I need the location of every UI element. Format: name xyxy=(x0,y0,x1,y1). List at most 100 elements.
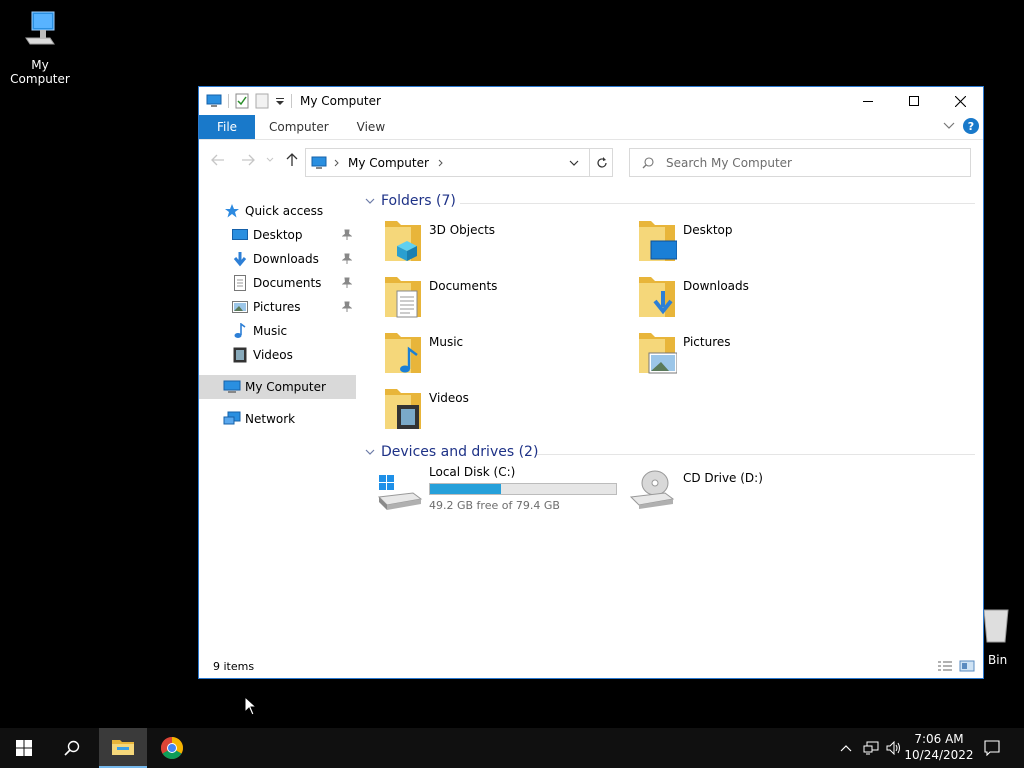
search-placeholder: Search My Computer xyxy=(666,155,792,170)
action-center-button[interactable] xyxy=(980,728,1004,768)
divider xyxy=(228,94,229,108)
nav-item-music[interactable]: Music xyxy=(199,319,356,343)
search-input[interactable]: Search My Computer xyxy=(629,148,971,177)
properties-icon[interactable] xyxy=(235,93,249,109)
nav-item-pictures[interactable]: Pictures xyxy=(199,295,356,319)
title-bar[interactable]: My Computer xyxy=(199,87,983,115)
drive-free-space: 49.2 GB free of 79.4 GB xyxy=(429,499,560,512)
tab-file[interactable]: File xyxy=(199,115,255,139)
folder-tile-3d-objects[interactable]: 3D Objects xyxy=(357,217,607,271)
chevron-down-icon xyxy=(569,160,579,166)
new-folder-icon[interactable] xyxy=(255,93,269,109)
back-arrow-icon[interactable] xyxy=(211,153,225,167)
computer-icon xyxy=(206,94,222,107)
nav-item-label: Network xyxy=(245,412,296,426)
nav-item-videos[interactable]: Videos xyxy=(199,343,356,367)
taskbar: 7:06 AM 10/24/2022 xyxy=(0,728,1024,768)
folder-pictures-icon xyxy=(639,333,677,374)
nav-item-desktop[interactable]: Desktop xyxy=(199,223,356,247)
nav-item-quick-access[interactable]: Quick access xyxy=(199,199,356,223)
view-buttons xyxy=(937,660,975,672)
group-header-folders[interactable]: Folders (7) xyxy=(365,193,975,209)
network-tray-button[interactable] xyxy=(860,728,882,768)
drive-tile-local-disk-c[interactable]: Local Disk (C:) 49.2 GB free of 79.4 GB xyxy=(349,463,619,517)
clock-date: 10/24/2022 xyxy=(904,748,974,762)
help-button[interactable]: ? xyxy=(963,118,979,134)
star-icon xyxy=(225,204,239,218)
divider xyxy=(537,454,975,455)
hard-drive-windows-icon xyxy=(377,475,423,510)
nav-item-downloads[interactable]: Downloads xyxy=(199,247,356,271)
minimize-button[interactable] xyxy=(845,87,891,115)
search-taskbar-button[interactable] xyxy=(48,728,96,768)
desktop-icon-label: My Computer xyxy=(10,58,70,86)
music-note-icon xyxy=(234,323,246,338)
taskbar-clock[interactable]: 7:06 AM 10/24/2022 xyxy=(900,731,978,763)
chevron-right-icon xyxy=(334,159,339,166)
nav-item-label: Quick access xyxy=(245,204,324,218)
tab-view[interactable]: View xyxy=(343,115,399,139)
nav-item-label: Music xyxy=(253,324,288,338)
taskbar-file-explorer[interactable] xyxy=(99,728,147,768)
customize-toolbar-icon[interactable] xyxy=(275,96,285,106)
close-button[interactable] xyxy=(937,87,983,115)
chevron-down-icon xyxy=(365,449,375,455)
nav-item-my-computer[interactable]: My Computer xyxy=(199,375,356,399)
file-explorer-icon xyxy=(112,740,134,755)
film-icon xyxy=(233,347,247,363)
maximize-button[interactable] xyxy=(891,87,937,115)
pin-icon xyxy=(342,277,352,288)
folder-tile-videos[interactable]: Videos xyxy=(357,385,607,439)
mouse-cursor-icon xyxy=(244,696,258,716)
breadcrumb-my-computer[interactable]: My Computer xyxy=(348,156,429,170)
folder-tile-music[interactable]: Music xyxy=(357,329,607,383)
desktop-icon-my-computer[interactable]: My Computer xyxy=(0,10,80,86)
drive-tile-cd-drive-d[interactable]: CD Drive (D:) xyxy=(611,463,861,517)
quick-access-toolbar xyxy=(206,93,292,109)
chrome-icon xyxy=(161,737,183,759)
forward-arrow-icon[interactable] xyxy=(241,153,255,167)
folder-tile-documents[interactable]: Documents xyxy=(357,273,607,327)
folder-label: Music xyxy=(429,335,464,349)
folder-tile-downloads[interactable]: Downloads xyxy=(611,273,861,327)
content-pane: Folders (7) 3D Objects Desktop Documents xyxy=(357,183,984,657)
search-icon xyxy=(64,740,80,756)
drive-label: Local Disk (C:) xyxy=(429,465,516,479)
recent-locations-icon[interactable] xyxy=(266,157,274,163)
folder-label: Downloads xyxy=(683,279,749,293)
close-icon xyxy=(954,95,966,107)
expand-ribbon-icon[interactable] xyxy=(943,122,955,130)
group-header-label: Folders (7) xyxy=(381,193,456,209)
tiles-view-icon[interactable] xyxy=(959,660,975,672)
ribbon: File Computer View ? xyxy=(199,115,983,140)
item-count: 9 items xyxy=(213,659,255,673)
cd-drive-icon xyxy=(629,470,675,509)
divider xyxy=(460,203,975,204)
download-arrow-icon xyxy=(233,252,247,267)
pin-icon xyxy=(342,301,352,312)
up-arrow-icon[interactable] xyxy=(285,153,299,167)
folder-label: 3D Objects xyxy=(429,223,496,237)
address-dropdown-button[interactable] xyxy=(563,148,585,177)
tab-computer[interactable]: Computer xyxy=(255,115,343,139)
taskbar-chrome[interactable] xyxy=(148,728,196,768)
nav-item-network[interactable]: Network xyxy=(199,407,356,431)
clock-time: 7:06 AM xyxy=(914,732,964,746)
details-view-icon[interactable] xyxy=(937,660,953,672)
start-button[interactable] xyxy=(0,728,48,768)
nav-item-label: Videos xyxy=(253,348,293,362)
group-header-devices[interactable]: Devices and drives (2) xyxy=(365,444,975,460)
navigation-bar: My Computer Search My Computer xyxy=(199,140,983,182)
chevron-right-icon[interactable] xyxy=(438,159,444,167)
nav-item-documents[interactable]: Documents xyxy=(199,271,356,295)
pin-icon xyxy=(342,253,352,264)
folder-tile-desktop[interactable]: Desktop xyxy=(611,217,861,271)
computer-icon xyxy=(311,156,327,169)
explorer-window: My Computer File Computer View ? My Comp… xyxy=(198,86,984,679)
refresh-button[interactable] xyxy=(589,148,613,177)
show-hidden-icons-button[interactable] xyxy=(836,728,856,768)
folder-downloads-icon xyxy=(639,277,675,317)
windows-logo-icon xyxy=(16,740,32,756)
folder-tile-pictures[interactable]: Pictures xyxy=(611,329,861,383)
window-controls xyxy=(845,87,983,115)
